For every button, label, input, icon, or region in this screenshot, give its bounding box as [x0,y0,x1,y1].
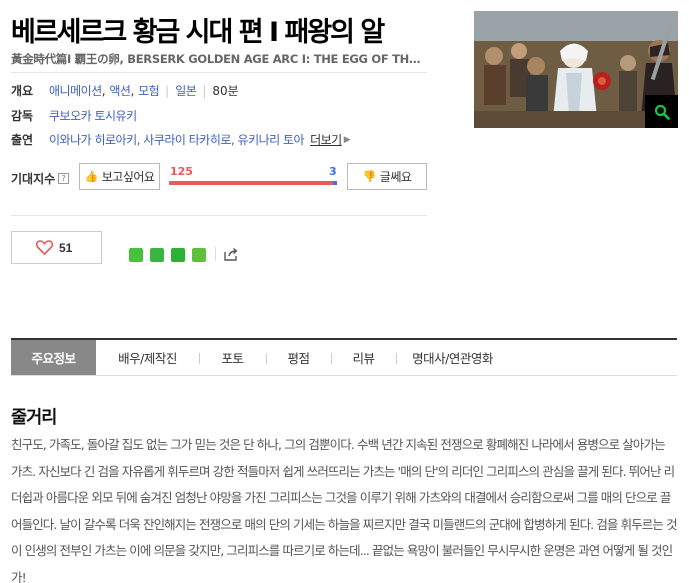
tab-5[interactable]: 명대사/연관영화 [396,340,509,375]
genre-link-adventure[interactable]: 모험 [138,82,160,99]
band-share-icon[interactable] [150,248,164,262]
thumbs-down-icon: 👎 [362,171,377,183]
expect-gauge [169,181,337,185]
share-more-button[interactable] [223,246,239,266]
cast-links[interactable]: 이와나가 히로아키, 사쿠라이 타카히로, 유키나리 토아 [49,131,305,148]
like-count: 51 [59,240,73,255]
movie-poster[interactable] [474,11,678,128]
share-divider [215,247,216,261]
chevron-right-icon: ▶ [343,134,351,145]
movie-subtitle: 黃金時代篇Ⅰ 覇王の卵, BERSERK GOLDEN AGE ARC I: T… [11,52,423,66]
cast-row: 출연 이와나가 히로아키, 사쿠라이 타카히로, 유키나리 토아 더보기 ▶ [11,131,351,148]
expect-label: 기대지수 ? [11,170,70,187]
genre-link-action[interactable]: 액션 [109,82,131,99]
overview-label: 개요 [11,84,34,98]
info-separator [11,72,427,73]
movie-title: 베르세르크 황금 시대 편 I 패왕의 알 [11,17,385,48]
overview-row: 개요 애니메이션, 액션, 모험 | 일본 | 80분 [11,82,239,99]
tab-1[interactable]: 배우/제작진 [96,340,199,375]
director-label: 감독 [11,109,34,123]
country-link[interactable]: 일본 [175,82,197,99]
tab-0[interactable]: 주요정보 [11,340,96,375]
detail-tabs: 주요정보 배우/제작진 포토 평점 리뷰 명대사/연관영화 [11,338,677,376]
want-to-see-button[interactable]: 👍 보고싶어요 [79,163,160,190]
director-row: 감독 쿠보오카 토시유키 [11,107,137,124]
synopsis-text: 친구도, 가족도, 돌아갈 집도 없는 그가 믿는 것은 단 하나, 그의 검뿐… [11,437,678,583]
genre-link-animation[interactable]: 애니메이션 [49,82,102,99]
heart-icon [36,240,53,255]
section-separator [11,215,427,216]
like-button[interactable]: 51 [11,231,102,264]
runtime: 80분 [212,84,239,98]
memo-share-icon[interactable] [192,248,206,262]
share-icon [224,247,238,261]
bookmark-share-icon[interactable] [171,248,185,262]
tab-2[interactable]: 포토 [199,340,266,375]
tab-4[interactable]: 리뷰 [331,340,396,375]
want-count: 125 [170,165,193,178]
meh-count: 3 [329,165,337,178]
synopsis-heading: 줄거리 [11,408,57,428]
tab-3[interactable]: 평점 [266,340,331,375]
cast-label: 출연 [11,133,34,147]
director-link[interactable]: 쿠보오카 토시유키 [49,107,137,124]
thumbs-up-icon: 👍 [84,171,99,183]
cast-more-link[interactable]: 더보기 [310,131,342,148]
expect-gauge-meh [333,181,337,185]
help-icon[interactable]: ? [58,173,70,184]
search-icon [654,104,670,120]
blog-share-icon[interactable] [129,248,143,262]
meh-button[interactable]: 👎 글쎄요 [347,163,427,190]
poster-search-button[interactable] [645,95,678,128]
